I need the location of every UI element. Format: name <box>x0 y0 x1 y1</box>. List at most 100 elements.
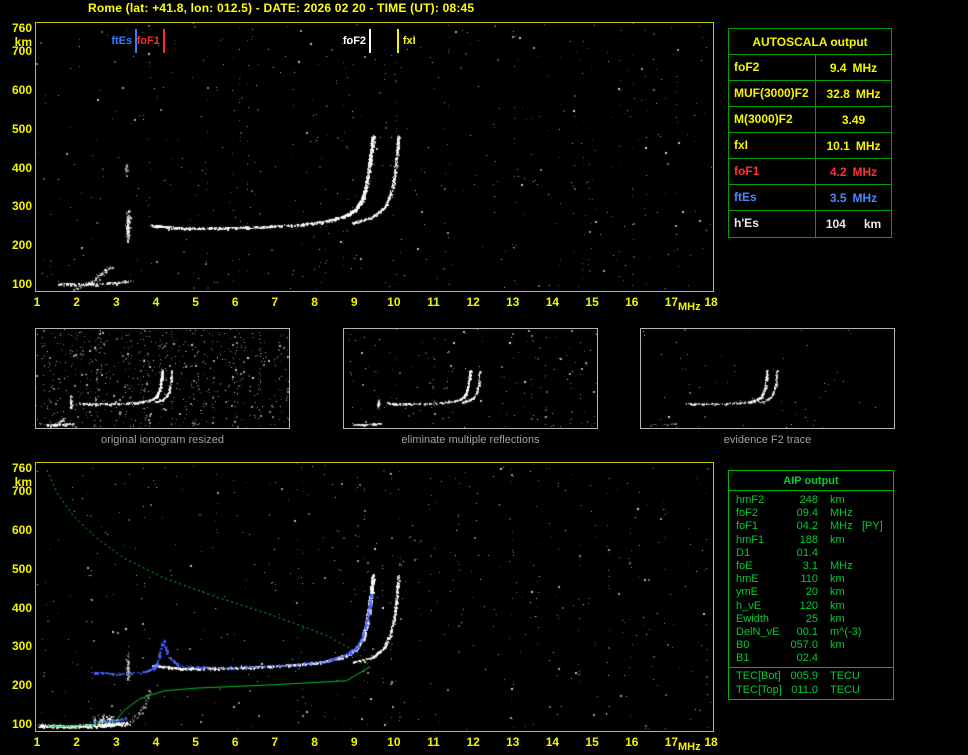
autoscala-table-rows: foF2 9.4 MHz MUF(3000)F2 32.8 MHz M(3000)F2 3.4… <box>729 55 891 237</box>
aip-param-value: 005.9 <box>790 670 818 683</box>
autoscala-row-muf-3000-f2: MUF(3000)F2 32.8 MHz <box>729 81 891 107</box>
x-axis-tick-top-2: 2 <box>73 295 80 309</box>
ionogram-canvas-bottom <box>36 463 713 731</box>
ionogram-plot-bottom <box>35 462 714 732</box>
x-axis-tick-bottom-3: 3 <box>112 735 120 749</box>
y-axis-tick-top-100: 100 <box>11 277 32 291</box>
aip-param-unit: m^(-3) <box>830 625 862 638</box>
aip-param-extra <box>862 586 893 599</box>
aip-param-extra <box>862 613 893 626</box>
x-axis-tick-top-9: 9 <box>350 295 358 309</box>
x-axis-tick-top-5: 5 <box>192 295 199 309</box>
station-title: Rome (lat: +41.8, lon: 012.5) - DATE: 20… <box>88 1 475 15</box>
y-axis-tick-top-400: 400 <box>11 160 32 175</box>
x-axis-tick-bottom-16: 16 <box>625 735 639 749</box>
y-axis-unit-top: km <box>14 35 32 49</box>
autoscala-row-fof2: foF2 9.4 MHz <box>729 55 891 81</box>
aip-param-value: 3.1 <box>802 559 818 572</box>
value-number: 104 <box>825 217 846 231</box>
x-axis-tick-bottom-10: 10 <box>387 735 401 749</box>
aip-param-unit: km <box>830 494 845 506</box>
value-unit: km <box>863 217 882 231</box>
aip-param-name: hmE <box>736 573 759 586</box>
aip-param-unit: MHz <box>830 520 853 533</box>
x-axis-tick-bottom-7: 7 <box>271 735 279 749</box>
aip-param-value: 248 <box>799 494 818 506</box>
aip-row-tec-top: TEC[Top] 011.0 TECU <box>729 684 893 697</box>
aip-param-name: foF2 <box>736 507 759 520</box>
aip-row-hmf1: hmF1 188 km <box>729 534 893 547</box>
x-axis-unit-top: MHz <box>678 301 701 313</box>
x-axis-tick-top-15: 15 <box>585 295 599 309</box>
x-axis-tick-bottom-8: 8 <box>311 735 318 749</box>
aip-param-extra <box>862 573 893 586</box>
thumbnail-canvas-clean <box>344 329 597 428</box>
aip-param-value: 120 <box>799 599 818 612</box>
x-axis-tick-bottom-6: 6 <box>231 735 239 749</box>
y-axis-tick-top-760: 760 <box>11 21 32 35</box>
aip-param-name: hmF1 <box>736 533 765 546</box>
aip-table-title: AIP output <box>729 471 893 491</box>
aip-param-value: 011.0 <box>791 683 818 696</box>
aip-param-value: 01.4 <box>796 546 818 559</box>
param-value-m-3000-f2: 3.49 <box>816 107 891 132</box>
x-axis-tick-bottom-11: 11 <box>427 735 440 749</box>
value-unit: MHz <box>855 138 881 153</box>
aip-spacer <box>818 547 830 560</box>
x-axis-unit-bottom: MHz <box>678 741 701 753</box>
ionogram-canvas-top <box>36 23 713 291</box>
aip-param-extra <box>862 670 893 683</box>
thumbnail-caption-f2: evidence F2 trace <box>723 434 812 446</box>
param-name-fof1: foF1 <box>729 159 816 184</box>
aip-param-value: 00.1 <box>796 625 818 638</box>
aip-param-unit: km <box>830 533 845 546</box>
aip-param-extra <box>862 626 893 639</box>
y-axis-tick-bottom-300: 300 <box>11 639 32 654</box>
aip-row-yme: ymE 20 km <box>729 586 893 599</box>
marker-label-fxi: fxI <box>402 35 416 47</box>
aip-param-name: foE <box>736 559 753 572</box>
param-name-muf-3000-f2: MUF(3000)F2 <box>729 81 816 106</box>
marker-label-fof2: foF2 <box>342 35 367 47</box>
autoscala-row-fxi: fxI 10.1 MHz <box>729 133 891 159</box>
aip-param-value: 02.4 <box>796 652 818 665</box>
aip-spacer <box>818 520 830 533</box>
x-axis-tick-top-14: 14 <box>545 295 560 309</box>
param-name-h-es: h'Es <box>729 211 816 237</box>
aip-spacer <box>818 494 830 507</box>
aip-spacer <box>818 684 830 697</box>
value-unit: MHz <box>852 190 878 205</box>
aip-spacer <box>818 507 830 520</box>
thumbnail-caption-clean: eliminate multiple reflections <box>401 434 540 446</box>
x-axis-tick-bottom-5: 5 <box>192 735 199 749</box>
aip-param-extra <box>862 534 893 547</box>
aip-row-hmf2: hmF2 248 km <box>729 494 893 507</box>
thumbnail-canvas-f2 <box>641 329 894 428</box>
x-axis-tick-top-4: 4 <box>152 295 160 309</box>
marker-line-fxi <box>396 29 399 53</box>
param-value-fof1: 4.2 MHz <box>816 159 891 184</box>
aip-param-value: 20 <box>805 586 818 599</box>
param-name-fof2: foF2 <box>729 55 816 80</box>
x-axis-tick-top-7: 7 <box>271 295 279 309</box>
autoscala-row-fof1: foF1 4.2 MHz <box>729 159 891 185</box>
y-axis-tick-bottom-500: 500 <box>11 561 32 576</box>
aip-param-name: hmF2 <box>736 494 765 506</box>
aip-param-unit: km <box>830 599 845 612</box>
ionogram-plot-top: ftEs foF1 foF2 fxI <box>35 22 714 292</box>
param-value-fof2: 9.4 MHz <box>816 55 891 80</box>
y-axis-tick-top-500: 500 <box>11 121 32 136</box>
thumbnail-caption-original: original ionogram resized <box>101 434 224 446</box>
x-axis-tick-bottom-9: 9 <box>350 735 358 749</box>
aip-row-deln-ve: DelN_vE 00.1 m^(-3) <box>729 626 893 639</box>
aip-spacer <box>818 600 830 613</box>
value-unit: MHz <box>852 60 878 75</box>
aip-param-name: DelN_vE <box>736 625 780 638</box>
thumbnail-original-ionogram <box>35 328 290 429</box>
marker-label-fof1: foF1 <box>136 35 160 47</box>
aip-param-name: h_vE <box>736 599 762 612</box>
aip-param-name: TEC[Top] <box>736 683 782 696</box>
y-axis-tick-bottom-200: 200 <box>11 678 32 693</box>
param-value-ftes: 3.5 MHz <box>816 185 891 210</box>
aip-spacer <box>818 613 830 626</box>
